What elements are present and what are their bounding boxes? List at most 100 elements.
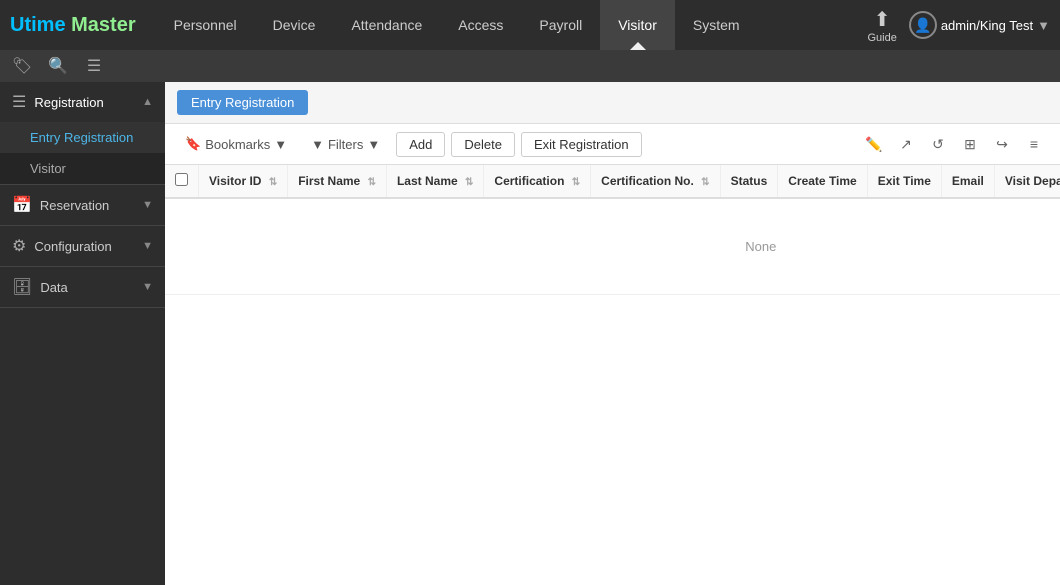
col-visitor-id[interactable]: Visitor ID ⇅ xyxy=(199,165,288,198)
configuration-arrow-icon: ▼ xyxy=(142,240,153,252)
sidebar-data-label: Data xyxy=(40,280,134,295)
sidebar-section-header-configuration[interactable]: ⚙ Configuration ▼ xyxy=(0,226,165,266)
registration-arrow-icon: ▲ xyxy=(142,96,153,108)
sidebar-reservation-label: Reservation xyxy=(40,198,134,213)
tag-icon[interactable]: 🏷 xyxy=(10,54,34,78)
guide-button[interactable]: ⬆ Guide xyxy=(867,7,896,44)
nav-item-system[interactable]: System xyxy=(675,0,758,50)
sidebar-section-header-data[interactable]: 🗄 Data ▼ xyxy=(0,267,165,307)
first-name-sort-icon: ⇅ xyxy=(368,177,376,188)
nav-item-attendance[interactable]: Attendance xyxy=(333,0,440,50)
col-exit-time-label: Exit Time xyxy=(878,174,931,188)
search-icon[interactable]: 🔍 xyxy=(46,54,70,78)
toolbar-strip: 🏷 🔍 ☰ xyxy=(0,50,1060,82)
add-button[interactable]: Add xyxy=(396,132,445,157)
reservation-arrow-icon: ▼ xyxy=(142,199,153,211)
delete-button[interactable]: Delete xyxy=(451,132,515,157)
col-visit-department[interactable]: Visit Department xyxy=(994,165,1060,198)
table-container: Visitor ID ⇅ First Name ⇅ Last Name ⇅ xyxy=(165,165,1060,585)
exit-registration-button[interactable]: Exit Registration xyxy=(521,132,642,157)
bookmarks-dropdown-icon: ▼ xyxy=(274,137,287,152)
nav-item-payroll[interactable]: Payroll xyxy=(521,0,600,50)
table-body: None xyxy=(165,198,1060,295)
logo-time: time xyxy=(24,14,65,36)
col-checkbox[interactable] xyxy=(165,165,199,198)
columns-icon-btn[interactable]: ⊞ xyxy=(956,130,984,158)
sidebar-section-header-reservation[interactable]: 📅 Reservation ▼ xyxy=(0,185,165,225)
sidebar-item-entry-registration[interactable]: Entry Registration xyxy=(0,122,165,153)
entry-registration-tab[interactable]: Entry Registration xyxy=(177,90,308,115)
bookmarks-label: Bookmarks xyxy=(205,137,270,152)
table-actions: Add Delete Exit Registration xyxy=(396,132,852,157)
share-icon-btn[interactable]: ↪ xyxy=(988,130,1016,158)
visitor-table: Visitor ID ⇅ First Name ⇅ Last Name ⇅ xyxy=(165,165,1060,295)
user-avatar[interactable]: 👤 xyxy=(909,11,937,39)
col-email[interactable]: Email xyxy=(941,165,994,198)
col-last-name[interactable]: Last Name ⇅ xyxy=(386,165,483,198)
user-name: admin/King Test xyxy=(941,18,1033,33)
refresh-icon-btn[interactable]: ↺ xyxy=(924,130,952,158)
page-toolbar: Entry Registration xyxy=(165,82,1060,124)
select-all-checkbox[interactable] xyxy=(175,173,188,186)
table-icon-actions: ✏️ ↗ ↺ ⊞ ↪ ≡ xyxy=(860,130,1048,158)
filters-button[interactable]: ▼ Filters ▼ xyxy=(303,133,388,156)
col-create-time-label: Create Time xyxy=(788,174,856,188)
nav-item-personnel[interactable]: Personnel xyxy=(156,0,255,50)
menu-icon[interactable]: ☰ xyxy=(82,54,106,78)
logo[interactable]: Utime Master xyxy=(10,14,136,37)
col-certification-label: Certification xyxy=(494,174,564,188)
sidebar-section-configuration: ⚙ Configuration ▼ xyxy=(0,226,165,267)
last-name-sort-icon: ⇅ xyxy=(465,177,473,188)
nav-item-access[interactable]: Access xyxy=(440,0,521,50)
bookmarks-button[interactable]: 🔖 Bookmarks ▼ xyxy=(177,132,295,156)
data-arrow-icon: ▼ xyxy=(142,281,153,293)
content-area: Entry Registration 🔖 Bookmarks ▼ ▼ Filte… xyxy=(165,82,1060,585)
nav-item-visitor[interactable]: Visitor xyxy=(600,0,675,50)
reservation-icon: 📅 xyxy=(12,195,32,215)
certification-no-sort-icon: ⇅ xyxy=(701,177,709,188)
col-first-name-label: First Name xyxy=(298,174,360,188)
sidebar-section-data: 🗄 Data ▼ xyxy=(0,267,165,308)
logo-u: U xyxy=(10,14,24,36)
user-info: 👤 admin/King Test ▼ xyxy=(909,11,1050,39)
guide-icon: ⬆ xyxy=(874,7,891,32)
filter-icon: ▼ xyxy=(311,137,324,152)
sidebar-registration-label: Registration xyxy=(34,95,134,110)
col-certification[interactable]: Certification ⇅ xyxy=(484,165,591,198)
registration-icon: ☰ xyxy=(12,92,26,112)
filters-dropdown-icon: ▼ xyxy=(367,137,380,152)
col-visit-department-label: Visit Department xyxy=(1005,174,1060,188)
col-status-label: Status xyxy=(731,174,768,188)
settings-icon-btn[interactable]: ≡ xyxy=(1020,130,1048,158)
top-nav: Utime Master Personnel Device Attendance… xyxy=(0,0,1060,50)
col-email-label: Email xyxy=(952,174,984,188)
sidebar-item-visitor[interactable]: Visitor xyxy=(0,153,165,184)
logo-master: Master xyxy=(66,14,136,36)
table-header-row: Visitor ID ⇅ First Name ⇅ Last Name ⇅ xyxy=(165,165,1060,198)
main-layout: ☰ Registration ▲ Entry Registration Visi… xyxy=(0,82,1060,585)
col-certification-no-label: Certification No. xyxy=(601,174,694,188)
nav-items: Personnel Device Attendance Access Payro… xyxy=(156,0,868,50)
sidebar: ☰ Registration ▲ Entry Registration Visi… xyxy=(0,82,165,585)
col-visitor-id-label: Visitor ID xyxy=(209,174,261,188)
expand-icon-btn[interactable]: ↗ xyxy=(892,130,920,158)
col-status[interactable]: Status xyxy=(720,165,778,198)
table-toolbar: 🔖 Bookmarks ▼ ▼ Filters ▼ Add Delete Exi… xyxy=(165,124,1060,165)
col-certification-no[interactable]: Certification No. ⇅ xyxy=(591,165,720,198)
col-last-name-label: Last Name xyxy=(397,174,458,188)
nav-item-device[interactable]: Device xyxy=(255,0,334,50)
nav-right: ⬆ Guide 👤 admin/King Test ▼ xyxy=(867,7,1050,44)
table-empty-label: None xyxy=(165,198,1060,295)
sidebar-configuration-label: Configuration xyxy=(34,239,134,254)
bookmark-icon: 🔖 xyxy=(185,136,201,152)
data-icon: 🗄 xyxy=(12,277,32,297)
user-dropdown-icon[interactable]: ▼ xyxy=(1037,18,1050,33)
edit-icon-btn[interactable]: ✏️ xyxy=(860,130,888,158)
col-exit-time[interactable]: Exit Time xyxy=(867,165,941,198)
guide-label: Guide xyxy=(867,32,896,44)
col-create-time[interactable]: Create Time xyxy=(778,165,867,198)
sidebar-section-reservation: 📅 Reservation ▼ xyxy=(0,185,165,226)
sidebar-section-header-registration[interactable]: ☰ Registration ▲ xyxy=(0,82,165,122)
col-first-name[interactable]: First Name ⇅ xyxy=(288,165,387,198)
sidebar-registration-subitems: Entry Registration Visitor xyxy=(0,122,165,184)
